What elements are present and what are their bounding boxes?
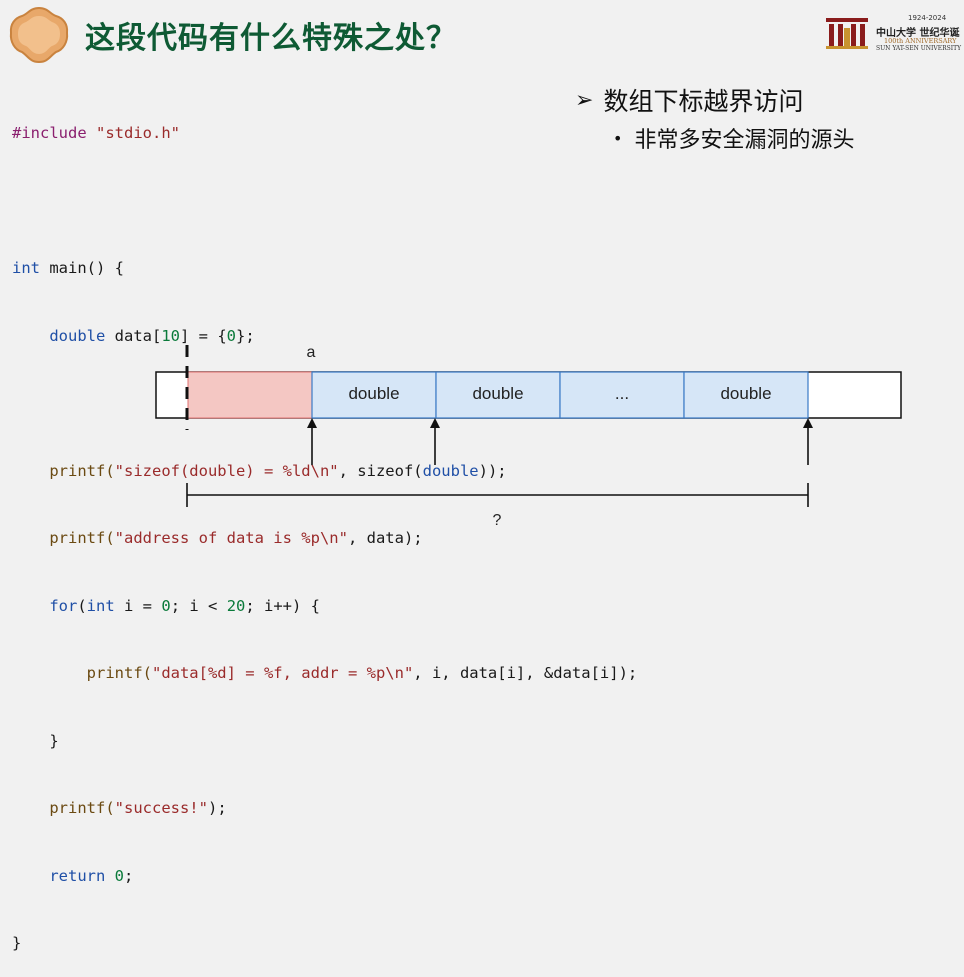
cell-label: double	[348, 384, 399, 403]
code-line: for(int i = 0; i < 20; i++) {	[12, 596, 321, 615]
code-line: }	[12, 731, 59, 750]
span-label: ?	[493, 512, 502, 525]
code-line: printf("address of data is %p\n", data);	[12, 529, 423, 547]
code-line: printf("data[%d] = %f, addr = %p\n", i, …	[12, 664, 638, 682]
code-line: printf("success!");	[12, 799, 227, 817]
pointer-label: a	[307, 344, 316, 361]
highlight-cell	[187, 371, 313, 419]
cell-label: ...	[615, 384, 629, 403]
cell-label: double	[472, 384, 523, 403]
code-line: return 0;	[12, 866, 134, 885]
cell-label: double	[720, 384, 771, 403]
memory-diagram: double double ... double a ?	[155, 344, 902, 525]
code-line: }	[12, 934, 22, 952]
